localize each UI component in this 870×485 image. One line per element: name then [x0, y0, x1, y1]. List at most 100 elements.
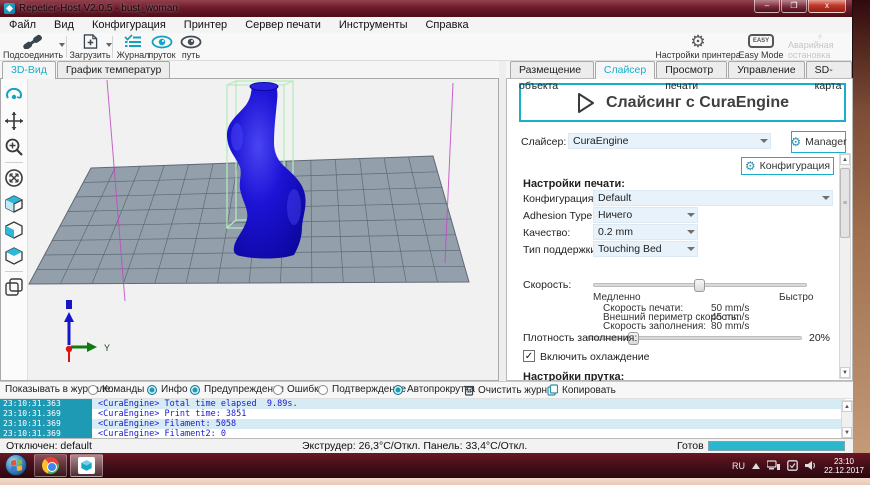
temperature-status: Экструдер: 26,3°C/Откл. Панель: 33,4°C/О…	[302, 440, 528, 452]
slicer-select[interactable]: CuraEngine	[568, 133, 771, 149]
emergency-stop-icon	[818, 34, 823, 39]
log-rows[interactable]: 23:10:31.363 <CuraEngine> Total time elap…	[0, 399, 845, 439]
rotate-view-icon[interactable]	[4, 85, 24, 105]
statusbar: Отключен: default Экструдер: 26,3°C/Откл…	[0, 438, 853, 453]
scroll-up-icon[interactable]: ▲	[840, 154, 850, 165]
app-icon	[4, 3, 15, 14]
menu-help[interactable]: Справка	[416, 19, 477, 31]
tab-control[interactable]: Управление	[728, 61, 805, 78]
log-scrollbar[interactable]: ▲ ▼	[841, 400, 853, 439]
viewport-3d[interactable]: Y	[0, 78, 499, 381]
zoom-icon[interactable]	[4, 137, 24, 157]
speed-slider-thumb[interactable]	[694, 279, 705, 292]
windows-start-button[interactable]	[5, 454, 27, 476]
scroll-down-icon[interactable]: ▼	[840, 367, 850, 378]
print-bed-scene[interactable]: Y	[28, 79, 499, 380]
gear-icon: ⚙	[690, 32, 706, 51]
tab-object-placement[interactable]: Размещение объекта	[510, 61, 594, 92]
quality-select[interactable]: 0.2 mm	[593, 224, 698, 240]
log-filter-autoscroll[interactable]: Автопрокрутка	[393, 384, 475, 395]
emergency-stop-button: Аварийная остановка	[788, 34, 852, 60]
log-row: 23:10:31.369 <CuraEngine> Print time: 385…	[0, 409, 845, 419]
speed-fast-label: Быстро	[779, 292, 814, 303]
log-row: 23:10:31.363 <CuraEngine> Total time elap…	[0, 399, 845, 409]
maximize-button[interactable]: ❐	[781, 0, 807, 13]
menu-view[interactable]: Вид	[45, 19, 83, 31]
log-message: <CuraEngine> Total time elapsed 9.89s.	[98, 399, 298, 409]
fit-view-icon[interactable]	[4, 168, 24, 188]
repetier-taskbar-button[interactable]	[70, 454, 103, 477]
quality-label: Качество:	[523, 227, 571, 239]
menu-config[interactable]: Конфигурация	[83, 19, 175, 31]
connect-dropdown-caret[interactable]	[59, 43, 65, 47]
progress-bar	[708, 441, 845, 451]
trash-icon	[464, 385, 474, 396]
axis-y-label: Y	[104, 343, 110, 353]
parallel-projection-icon[interactable]	[4, 277, 24, 297]
load-button[interactable]: Загрузить	[68, 34, 112, 60]
tab-3d-view[interactable]: 3D-Вид	[2, 61, 56, 79]
configuration-button[interactable]: ⚙ Конфигурация	[741, 157, 834, 175]
speed-slider[interactable]	[593, 279, 807, 292]
slicer-panel: Слайсинг с CuraEngine Слайсер: CuraEngin…	[506, 78, 853, 383]
menu-file[interactable]: Файл	[0, 19, 45, 31]
copy-log-button[interactable]: Копировать	[547, 384, 616, 396]
manager-button[interactable]: ⚙ Manager	[790, 131, 847, 153]
scroll-down-icon[interactable]: ▼	[842, 427, 852, 438]
show-travel-button[interactable]: путь	[176, 34, 206, 60]
log-timestamp: 23:10:31.363	[0, 399, 92, 409]
right-pane: Размещение объекта Слайсер Просмотр печа…	[506, 61, 853, 383]
support-type-select[interactable]: Touching Bed	[593, 241, 698, 257]
isometric-view-icon[interactable]	[4, 194, 24, 214]
network-icon[interactable]	[766, 460, 780, 471]
log-icon	[124, 34, 141, 47]
adhesion-type-select[interactable]: Ничего	[593, 207, 698, 223]
infill-speed-label: Скорость заполнения:	[603, 321, 707, 332]
tab-print-preview[interactable]: Просмотр печати	[656, 61, 728, 92]
menu-print-server[interactable]: Сервер печати	[236, 19, 330, 31]
menu-tools[interactable]: Инструменты	[330, 19, 417, 31]
move-view-icon[interactable]	[4, 111, 24, 131]
tray-expand-icon[interactable]	[751, 462, 760, 469]
log-filter-warnings[interactable]: Предупреждения	[190, 384, 284, 395]
tab-temp-graph[interactable]: График температур	[56, 61, 171, 78]
infill-density-label: Плотность заполнения:	[523, 332, 638, 344]
minimize-button[interactable]: –	[754, 0, 780, 13]
panel-scrollbar[interactable]: ▲ ≡ ▼	[839, 153, 851, 379]
print-settings-heading: Настройки печати:	[523, 178, 625, 190]
log-message: <CuraEngine> Print time: 3851	[98, 409, 247, 419]
clear-log-button[interactable]: Очистить журнал	[464, 384, 558, 396]
axis-indicator: Y	[64, 300, 110, 362]
chrome-taskbar-button[interactable]	[34, 454, 67, 477]
tab-slicer[interactable]: Слайсер	[594, 61, 656, 79]
scroll-up-icon[interactable]: ▲	[842, 401, 852, 412]
action-center-icon[interactable]	[787, 460, 798, 471]
taskbar-clock[interactable]: 23:10 22.12.2017	[824, 457, 864, 475]
log-filter-errors[interactable]: Ошибки	[273, 384, 324, 395]
language-indicator[interactable]: RU	[732, 461, 745, 471]
log-timestamp: 23:10:31.369	[0, 409, 92, 419]
printer-settings-button[interactable]: ⚙ Настройки принтера	[650, 32, 746, 60]
connect-button[interactable]: Подсоединить	[2, 34, 64, 60]
volume-icon[interactable]	[804, 460, 817, 471]
pane-splitter[interactable]	[499, 61, 506, 381]
system-tray: RU 23:10 22.12.2017	[732, 453, 870, 478]
cooling-checkbox[interactable]: ✓	[523, 350, 535, 362]
log-filter-info[interactable]: Инфо	[147, 384, 188, 395]
copy-icon	[547, 384, 558, 396]
front-view-icon[interactable]	[4, 220, 24, 240]
chevron-down-icon	[687, 213, 695, 217]
panel-scrollbar-thumb[interactable]: ≡	[840, 168, 850, 238]
speed-label: Скорость:	[523, 279, 572, 291]
easy-mode-button[interactable]: EASY Easy Mode	[733, 34, 789, 60]
close-button[interactable]: x	[808, 0, 846, 13]
menu-printer[interactable]: Принтер	[175, 19, 236, 31]
print-config-select[interactable]: Default	[593, 190, 833, 206]
gear-icon: ⚙	[790, 135, 802, 149]
tab-sd-card[interactable]: SD-карта	[805, 61, 852, 92]
chevron-down-icon	[822, 196, 830, 200]
top-view-icon[interactable]	[4, 246, 24, 266]
show-filament-button[interactable]: пруток	[144, 34, 180, 60]
log-row: 23:10:31.369 <CuraEngine> Filament: 5058	[0, 419, 845, 429]
log-filter-commands[interactable]: Команды	[88, 384, 144, 395]
